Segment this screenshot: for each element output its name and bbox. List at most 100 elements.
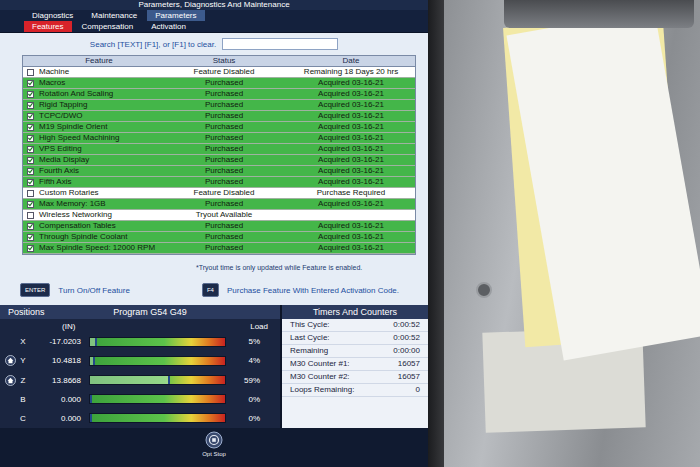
check-icon [28,157,33,163]
home-slot [3,355,17,367]
timer-label: M30 Counter #1: [290,358,350,370]
feature-date: Acquired 03-16-21 [287,89,415,99]
table-row[interactable]: Fourth AxisPurchasedAcquired 03-16-21 [23,166,415,177]
checkbox[interactable] [27,113,34,120]
check-icon [28,223,33,229]
load-percent: 0% [226,395,260,404]
checkbox[interactable] [27,245,34,252]
feature-status: Feature Disabled [161,188,287,198]
feature-date [287,210,415,220]
load-bar [89,413,226,423]
table-row[interactable]: Rotation And ScalingPurchasedAcquired 03… [23,89,415,100]
checkbox[interactable] [27,146,34,153]
tab-bar: DiagnosticsMaintenanceParameters [0,10,428,21]
load-fill [90,395,92,403]
checkbox[interactable] [27,179,34,186]
units-label: (IN) [62,321,75,332]
subtab[interactable]: Features [24,21,72,32]
checkbox[interactable] [27,91,34,98]
search-label: Search [TEXT] [F1], or [F1] to clear. [90,40,216,49]
checkbox-cell [23,144,37,154]
feature-name: VPS Editing [37,144,161,154]
table-row[interactable]: MachineFeature DisabledRemaining 18 Days… [23,67,415,78]
table-row[interactable]: VPS EditingPurchasedAcquired 03-16-21 [23,144,415,155]
tab[interactable]: Maintenance [83,10,145,21]
home-slot [3,393,17,405]
checkbox[interactable] [27,135,34,142]
column-header: Date [287,56,415,66]
timer-row: Last Cycle:0:00:52 [282,332,428,345]
checkbox-cell [23,122,37,132]
table-row[interactable]: Max Memory: 1GBPurchasedAcquired 03-16-2… [23,199,415,210]
feature-status: Purchased [161,199,287,209]
feature-status: Purchased [161,111,287,121]
subtab[interactable]: Activation [143,21,194,32]
checkbox[interactable] [27,190,34,197]
timer-row: This Cycle:0:00:52 [282,319,428,332]
key-icon[interactable]: ENTER [20,283,50,297]
feature-name: Fifth Axis [37,177,161,187]
subtab[interactable]: Compensation [74,21,142,32]
timer-row: M30 Counter #1:16057 [282,358,428,371]
opt-stop-button[interactable]: Opt Stop [202,431,226,458]
feature-date: Acquired 03-16-21 [287,111,415,121]
feature-name: Rigid Tapping [37,100,161,110]
feature-date: Acquired 03-16-21 [287,155,415,165]
feature-date: Acquired 03-16-21 [287,133,415,143]
axis-row: Y10.48184% [0,351,280,370]
tryout-note: *Tryout time is only updated while Featu… [0,255,428,273]
checkbox[interactable] [27,212,34,219]
table-row[interactable]: Wireless NetworkingTryout Available [23,210,415,221]
axis-label: X [17,337,29,346]
key-hints: ENTERTurn On/Off FeatureF4Purchase Featu… [0,273,428,299]
table-row[interactable]: Rigid TappingPurchasedAcquired 03-16-21 [23,100,415,111]
table-row[interactable]: High Speed MachiningPurchasedAcquired 03… [23,133,415,144]
checkbox[interactable] [27,69,34,76]
feature-date: Acquired 03-16-21 [287,199,415,209]
table-row[interactable]: M19 Spindle OrientPurchasedAcquired 03-1… [23,122,415,133]
feature-status: Purchased [161,232,287,242]
home-icon [5,375,16,386]
checkbox[interactable] [27,80,34,87]
feature-status: Purchased [161,89,287,99]
table-row[interactable]: Through Spindle CoolantPurchasedAcquired… [23,232,415,243]
positions-panel: PositionsProgram G54 G49(IN)LoadX-17.020… [0,305,282,428]
table-row[interactable]: Compensation TablesPurchasedAcquired 03-… [23,221,415,232]
home-slot [3,412,17,424]
tab[interactable]: Diagnostics [24,10,81,21]
column-header: Status [161,56,287,66]
feature-name: Compensation Tables [37,221,161,231]
table-row[interactable]: MacrosPurchasedAcquired 03-16-21 [23,78,415,89]
header-spacer [23,56,37,66]
feature-status: Tryout Available [161,210,287,220]
tab[interactable]: Parameters [147,10,204,21]
checkbox[interactable] [27,124,34,131]
table-row[interactable]: Custom RotariesFeature DisabledPurchase … [23,188,415,199]
timer-row: Loops Remaining:0 [282,384,428,397]
table-row[interactable]: Media DisplayPurchasedAcquired 03-16-21 [23,155,415,166]
feature-name: M19 Spindle Orient [37,122,161,132]
checkbox[interactable] [27,234,34,241]
timer-label: This Cycle: [290,319,330,331]
load-fill [90,376,170,384]
table-row[interactable]: TCPC/DWOPurchasedAcquired 03-16-21 [23,111,415,122]
checkbox-cell [23,67,37,77]
timers-title: Timers And Counters [282,305,428,319]
feature-name: TCPC/DWO [37,111,161,121]
feature-status: Purchased [161,166,287,176]
checkbox[interactable] [27,102,34,109]
checkbox[interactable] [27,201,34,208]
load-bar [89,337,226,347]
search-field[interactable] [222,38,338,50]
key-label: Turn On/Off Feature [58,286,130,295]
feature-date: Acquired 03-16-21 [287,232,415,242]
checkbox[interactable] [27,223,34,230]
checkbox[interactable] [27,157,34,164]
key-icon[interactable]: F4 [202,283,219,297]
table-row[interactable]: Max Spindle Speed: 12000 RPMPurchasedAcq… [23,243,415,254]
feature-date: Acquired 03-16-21 [287,221,415,231]
checkbox[interactable] [27,168,34,175]
table-header: FeatureStatusDate [23,56,415,67]
table-row[interactable]: Fifth AxisPurchasedAcquired 03-16-21 [23,177,415,188]
feature-date: Acquired 03-16-21 [287,243,415,253]
